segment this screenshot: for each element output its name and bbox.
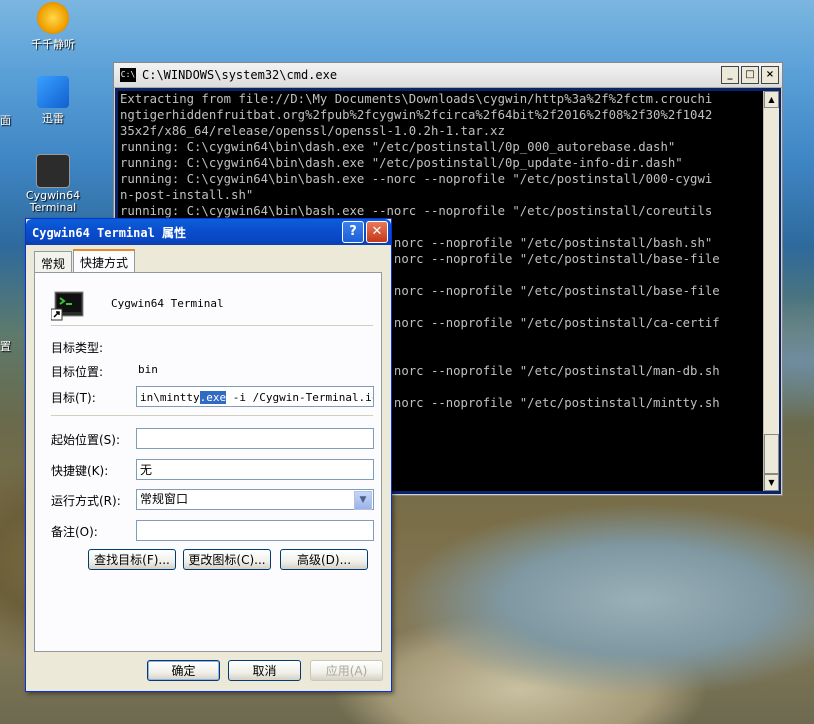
target-label: 目标(T): <box>51 391 96 405</box>
target-field[interactable]: in\mintty.exe -i /Cygwin-Terminal.ico - <box>136 386 374 407</box>
app-name: Cygwin64 Terminal <box>111 297 224 310</box>
separator <box>51 325 373 326</box>
desktop-icon-ttplayer[interactable]: 千千静听 <box>18 2 88 52</box>
comment-label: 备注(O): <box>51 525 98 539</box>
desktop-icon-label: Cygwin64 Terminal <box>25 189 81 214</box>
start-in-label: 起始位置(S): <box>51 433 121 447</box>
properties-dialog[interactable]: Cygwin64 Terminal 属性 ? ✕ 常规 快捷方式 Cygwin6… <box>25 218 392 692</box>
cancel-button[interactable]: 取消 <box>228 660 301 681</box>
help-button[interactable]: ? <box>342 221 364 243</box>
desktop-edge-label: 置 <box>0 340 11 353</box>
close-button[interactable]: × <box>761 66 779 84</box>
target-value-prefix: in\mintty <box>140 391 200 404</box>
dialog-titlebar[interactable]: Cygwin64 Terminal 属性 ? ✕ <box>26 219 391 245</box>
cmd-output-line: ngtigerhiddenfruitbat.org%2fpub%2fcygwin… <box>120 108 713 122</box>
minimize-button[interactable]: _ <box>721 66 739 84</box>
run-select[interactable]: 常规窗口 ▼ <box>136 489 374 510</box>
maximize-button[interactable]: □ <box>741 66 759 84</box>
run-select-value: 常规窗口 <box>140 492 189 506</box>
apply-button[interactable]: 应用(A) <box>310 660 383 681</box>
separator <box>51 415 373 416</box>
desktop-icon-xunlei[interactable]: 迅雷 <box>18 76 88 126</box>
run-label: 运行方式(R): <box>51 494 121 508</box>
change-icon-button[interactable]: 更改图标(C)... <box>183 549 271 570</box>
close-button[interactable]: ✕ <box>366 221 388 243</box>
target-value-selected: .exe <box>199 391 227 404</box>
target-value-suffix: -i /Cygwin-Terminal.ico - <box>232 391 374 404</box>
target-location-value: bin <box>138 363 158 376</box>
cygwin-terminal-icon <box>51 291 84 321</box>
target-type-label: 目标类型: <box>51 341 104 355</box>
desktop-icon-cygwin[interactable]: Cygwin64 Terminal <box>18 154 88 214</box>
cmd-title: C:\WINDOWS\system32\cmd.exe <box>142 68 338 82</box>
dialog-title: Cygwin64 Terminal 属性 <box>32 225 187 240</box>
desktop-icon-label: 千千静听 <box>31 38 75 51</box>
target-location-label: 目标位置: <box>51 365 104 379</box>
scroll-down-arrow-icon[interactable]: ▼ <box>764 474 779 491</box>
hotkey-label: 快捷键(K): <box>51 464 109 478</box>
hotkey-field[interactable]: 无 <box>136 459 374 480</box>
comment-field[interactable] <box>136 520 374 541</box>
shortcut-panel: Cygwin64 Terminal 目标类型: 目标位置: bin 目标(T):… <box>34 272 382 652</box>
start-in-field[interactable] <box>136 428 374 449</box>
cmd-output-line: running: C:\cygwin64\bin\bash.exe --norc… <box>120 204 713 218</box>
ttplayer-icon <box>37 2 69 34</box>
cmd-output-line: running: C:\cygwin64\bin\dash.exe "/etc/… <box>120 140 676 154</box>
desktop-icon-label: 迅雷 <box>42 112 64 125</box>
find-target-button[interactable]: 查找目标(F)... <box>88 549 176 570</box>
scroll-up-arrow-icon[interactable]: ▲ <box>764 91 779 108</box>
desktop-edge-label: 面 <box>0 114 11 127</box>
scroll-thumb[interactable] <box>764 434 779 474</box>
ok-button[interactable]: 确定 <box>147 660 220 681</box>
cmd-output-line: running: C:\cygwin64\bin\dash.exe "/etc/… <box>120 156 683 170</box>
cmd-output-line: Extracting from file://D:\My Documents\D… <box>120 92 713 106</box>
advanced-button[interactable]: 高级(D)... <box>280 549 368 570</box>
cmd-titlebar[interactable]: C:\ C:\WINDOWS\system32\cmd.exe _ □ × <box>114 63 782 88</box>
cmd-output-line: n-post-install.sh" <box>120 188 254 202</box>
cmd-output-line: running: C:\cygwin64\bin\bash.exe --norc… <box>120 172 713 186</box>
xunlei-bird-icon <box>37 76 69 108</box>
cmd-scrollbar[interactable]: ▲ ▼ <box>763 91 779 491</box>
chevron-down-icon[interactable]: ▼ <box>354 491 372 510</box>
cmd-output-line: 35x2f/x86_64/release/openssl/openssl-1.0… <box>120 124 505 138</box>
cmd-icon: C:\ <box>120 68 136 82</box>
cygwin-terminal-icon <box>36 154 70 188</box>
